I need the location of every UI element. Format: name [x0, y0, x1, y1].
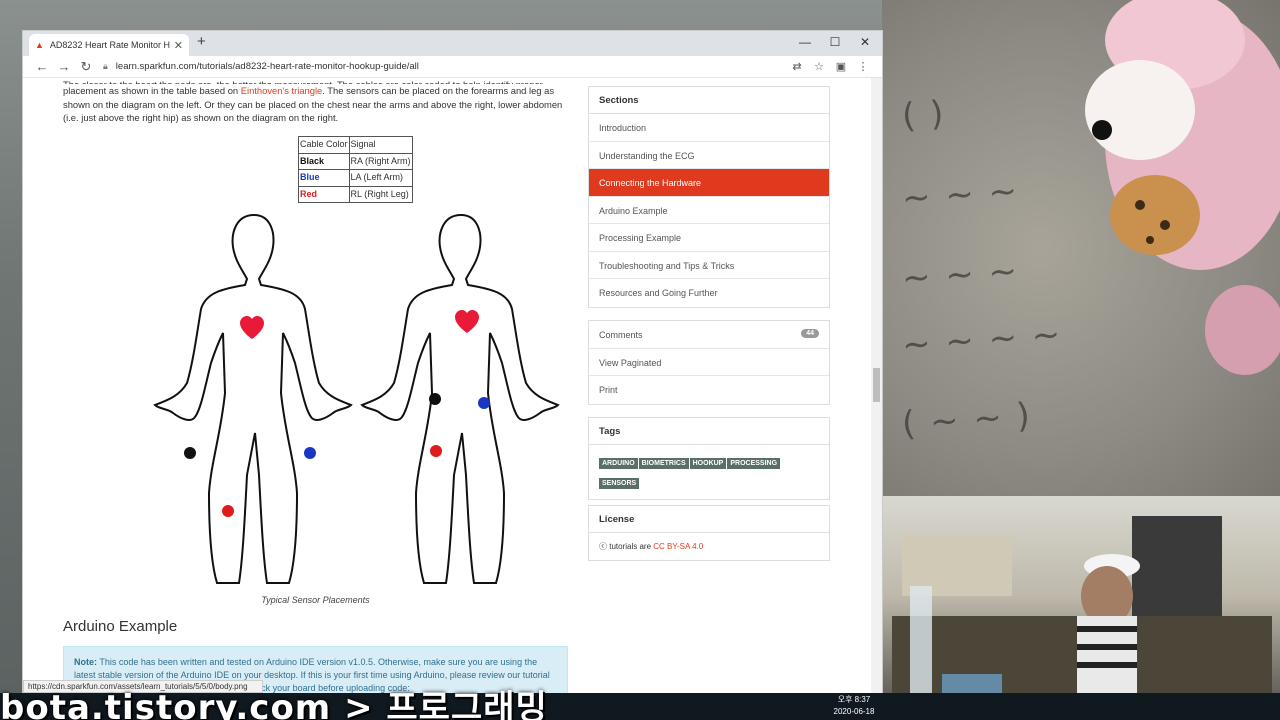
sidebar-item-processing-example[interactable]: Processing Example [589, 224, 829, 252]
address-bar[interactable]: 🔒︎ learn.sparkfun.com/tutorials/ad8232-h… [103, 61, 786, 72]
note-label: Note: [74, 657, 97, 667]
license-link[interactable]: CC BY-SA 4.0 [653, 542, 703, 551]
page-viewport: The closer to the heart the pads are, th… [23, 78, 882, 693]
scrollbar-thumb[interactable] [873, 368, 880, 402]
sections-heading: Sections [589, 87, 829, 114]
article-body: The closer to the heart the pads are, th… [63, 78, 568, 693]
tag-hookup[interactable]: HOOKUP [689, 458, 727, 469]
sections-panel: Sections Introduction Understanding the … [588, 86, 830, 308]
tag-list: ARDUINO BIOMETRICS HOOKUP PROCESSING SENSORS [589, 445, 829, 499]
comments-link[interactable]: Comments 44 [589, 321, 829, 349]
table-header-cell: Signal [348, 136, 413, 154]
table-row: Red RL (Right Leg) [298, 185, 413, 203]
cable-color-cell: Red [298, 185, 350, 203]
lock-icon: 🔒︎ [103, 61, 108, 71]
heart-icon [455, 310, 479, 333]
license-heading: License [589, 506, 829, 533]
sidebar-item-resources[interactable]: Resources and Going Further [589, 279, 829, 307]
black-sensor-dot [184, 447, 196, 459]
sensor-placement-figure[interactable] [151, 213, 561, 585]
browser-window: ▲ AD8232 Heart Rate Monitor Ho ✕ + — ☐ ✕… [23, 31, 882, 693]
tab-strip: ▲ AD8232 Heart Rate Monitor Ho ✕ + — ☐ ✕ [23, 31, 882, 56]
heart-icon [240, 316, 264, 339]
close-window-button[interactable]: ✕ [850, 35, 880, 49]
right-body-outline [360, 213, 560, 584]
table-header-cell: Cable Color [298, 136, 350, 154]
tag-processing[interactable]: PROCESSING [727, 458, 781, 469]
browser-toolbar: ← → ↻ 🔒︎ learn.sparkfun.com/tutorials/ad… [23, 56, 882, 78]
license-panel: License ⓒ tutorials are CC BY-SA 4.0 [588, 505, 830, 561]
placement-paragraph: placement as shown in the table based on… [63, 85, 563, 123]
cable-color-cell: Blue [298, 169, 350, 187]
sidebar-item-troubleshooting[interactable]: Troubleshooting and Tips & Tricks [589, 252, 829, 279]
extension-icon[interactable]: ▣ [830, 60, 852, 73]
einthoven-link[interactable]: Einthoven's triangle [241, 85, 323, 96]
webcam-room-view [882, 496, 1280, 720]
cable-color-table: Cable Color Signal Black RA (Right Arm) … [298, 136, 413, 203]
print-link[interactable]: Print [589, 376, 829, 404]
figure-caption: Typical Sensor Placements [261, 595, 370, 605]
tag-arduino[interactable]: ARDUINO [599, 458, 638, 469]
cc-icon: ⓒ [599, 542, 607, 551]
bookmark-star-icon[interactable]: ☆ [808, 60, 830, 73]
cable-color-cell: Black [298, 152, 350, 170]
left-body-outline [153, 213, 353, 584]
signal-cell: RL (Right Leg) [348, 185, 413, 203]
forward-arrow-icon[interactable]: → [53, 59, 75, 74]
blue-sensor-dot [478, 397, 490, 409]
translate-icon[interactable]: ⇄ [786, 60, 808, 73]
signal-cell: LA (Left Arm) [348, 169, 413, 187]
close-tab-icon[interactable]: ✕ [174, 39, 183, 52]
sidebar-item-understanding-ecg[interactable]: Understanding the ECG [589, 142, 829, 169]
blue-sensor-dot [304, 447, 316, 459]
comments-count-badge: 44 [801, 329, 819, 338]
reload-icon[interactable]: ↻ [75, 59, 97, 75]
red-sensor-dot [430, 445, 442, 457]
sidebar-item-arduino-example[interactable]: Arduino Example [589, 197, 829, 224]
clock-time: 오후 8:37 [837, 695, 871, 704]
back-arrow-icon[interactable]: ← [31, 59, 53, 74]
sidebar-item-connecting-hardware[interactable]: Connecting the Hardware [589, 169, 829, 197]
taskbar-clock[interactable]: 오후 8:37 2020-06-18 [826, 694, 882, 718]
plush-toy-image [1085, 0, 1280, 375]
comments-label: Comments [599, 330, 643, 340]
browser-tab[interactable]: ▲ AD8232 Heart Rate Monitor Ho ✕ [29, 34, 189, 56]
url-text: learn.sparkfun.com/tutorials/ad8232-hear… [115, 61, 419, 72]
license-line: ⓒ tutorials are CC BY-SA 4.0 [599, 542, 704, 551]
table-row: Blue LA (Left Arm) [298, 169, 413, 187]
maximize-button[interactable]: ☐ [820, 35, 850, 49]
new-tab-button[interactable]: + [197, 33, 206, 50]
tags-panel: Tags ARDUINO BIOMETRICS HOOKUP PROCESSING SE… [588, 417, 830, 500]
actions-panel: Comments 44 View Paginated Print [588, 320, 830, 405]
signal-cell: RA (Right Arm) [348, 152, 413, 170]
vertical-scrollbar[interactable] [871, 78, 882, 693]
table-header-row: Cable Color Signal [298, 136, 413, 154]
tag-biometrics[interactable]: BIOMETRICS [638, 458, 689, 469]
minimize-button[interactable]: — [790, 35, 820, 49]
tab-title: AD8232 Heart Rate Monitor Ho [49, 40, 170, 50]
view-paginated-link[interactable]: View Paginated [589, 349, 829, 376]
red-sensor-dot [222, 505, 234, 517]
blog-watermark: bota.tistory.com > 프로그래밍 [0, 688, 548, 720]
tag-sensors[interactable]: SENSORS [599, 478, 640, 489]
clock-date: 2020-06-18 [833, 707, 875, 716]
sparkfun-flame-icon: ▲ [35, 40, 44, 50]
menu-dots-icon[interactable]: ⋮ [852, 60, 874, 73]
section-heading: Arduino Example [63, 618, 178, 635]
sidebar-item-introduction[interactable]: Introduction [589, 114, 829, 142]
table-row: Black RA (Right Arm) [298, 152, 413, 170]
tags-heading: Tags [589, 418, 829, 445]
black-sensor-dot [429, 393, 441, 405]
